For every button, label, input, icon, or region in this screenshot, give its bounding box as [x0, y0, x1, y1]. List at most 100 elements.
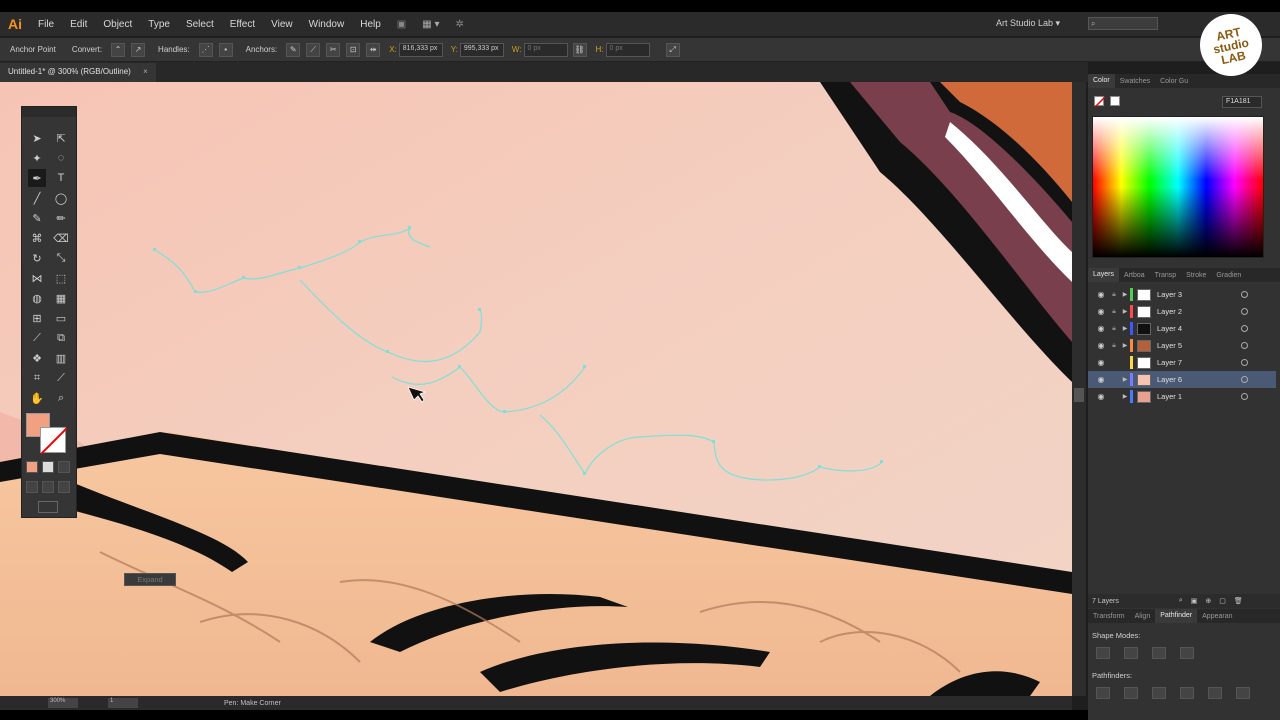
layer-row[interactable]: ◉ 🔒︎ ▶ Layer 3 — [1088, 286, 1276, 303]
gpu-icon[interactable]: ✲ — [448, 19, 472, 30]
visibility-eye-icon[interactable]: ◉ — [1094, 324, 1108, 333]
layer-row[interactable]: ◉ 🔒︎ ▶ Layer 2 — [1088, 303, 1276, 320]
tab-align[interactable]: Align — [1130, 613, 1156, 620]
tab-gradient[interactable]: Gradien — [1211, 272, 1246, 279]
divide-icon[interactable] — [1096, 687, 1110, 699]
minus-front-icon[interactable] — [1124, 647, 1138, 659]
visibility-eye-icon[interactable]: ◉ — [1094, 358, 1108, 367]
artboard-tool-icon[interactable]: ⌗ — [28, 369, 46, 387]
outline-icon[interactable] — [1208, 687, 1222, 699]
isolate-icon[interactable]: ⊡ — [346, 42, 361, 57]
target-icon[interactable] — [1241, 393, 1248, 400]
color-mode-icon[interactable] — [26, 461, 38, 473]
zoom-tool-icon[interactable]: ⌕ — [52, 389, 70, 407]
lasso-tool-icon[interactable]: ◌ — [52, 149, 70, 167]
tab-color-guide[interactable]: Color Gu — [1155, 78, 1193, 85]
tools-panel-header[interactable] — [22, 107, 76, 117]
expand-arrow-icon[interactable]: ▶ — [1120, 308, 1130, 315]
lock-icon[interactable]: 🔒︎ — [1108, 308, 1120, 316]
tab-swatches[interactable]: Swatches — [1115, 78, 1155, 85]
free-transform-tool-icon[interactable]: ⬚ — [52, 269, 70, 287]
hex-color-field[interactable]: F1A181 — [1222, 96, 1262, 108]
artboard-canvas[interactable] — [0, 82, 1072, 696]
rotate-tool-icon[interactable]: ↻ — [28, 249, 46, 267]
trim-icon[interactable] — [1124, 687, 1138, 699]
graph-tool-icon[interactable]: ▥ — [52, 349, 70, 367]
menu-edit[interactable]: Edit — [62, 19, 95, 30]
layer-row[interactable]: ◉ ▶ Layer 1 — [1088, 388, 1276, 405]
tab-layers[interactable]: Layers — [1088, 268, 1120, 282]
draw-normal-icon[interactable] — [26, 481, 38, 493]
eraser-tool-icon[interactable]: ⌫ — [52, 229, 70, 247]
visibility-eye-icon[interactable]: ◉ — [1094, 341, 1108, 350]
target-icon[interactable] — [1241, 359, 1248, 366]
layer-row[interactable]: ◉ 🔒︎ ▶ Layer 5 — [1088, 337, 1276, 354]
mesh-tool-icon[interactable]: ⊞ — [28, 309, 46, 327]
intersect-icon[interactable] — [1152, 647, 1166, 659]
scale-tool-icon[interactable]: ⤡ — [52, 249, 70, 267]
search-input[interactable]: ⌕ — [1088, 17, 1158, 30]
expand-arrow-icon[interactable]: ▶ — [1120, 325, 1130, 332]
menu-object[interactable]: Object — [95, 19, 140, 30]
width-tool-icon[interactable]: ⋈ — [28, 269, 46, 287]
blend-tool-icon[interactable]: ⧉ — [52, 329, 70, 347]
remove-anchor-icon[interactable]: ✎ — [286, 42, 301, 57]
symbol-sprayer-tool-icon[interactable]: ❖ — [28, 349, 46, 367]
tab-artboards[interactable]: Artboa — [1119, 272, 1150, 279]
convert-to-corner-icon[interactable]: ⌃ — [111, 42, 126, 57]
scrollbar-thumb[interactable] — [1074, 388, 1084, 402]
new-sublayer-icon[interactable]: ⊕ — [1205, 597, 1211, 605]
eyedropper-tool-icon[interactable]: ⟋ — [28, 329, 46, 347]
tab-pathfinder[interactable]: Pathfinder — [1155, 609, 1198, 623]
layer-row[interactable]: ◉ Layer 7 — [1088, 354, 1276, 371]
align-icon[interactable]: ⇹ — [366, 42, 381, 57]
pencil-tool-icon[interactable]: ✏ — [52, 209, 70, 227]
zoom-field[interactable]: 300% — [48, 698, 78, 708]
visibility-eye-icon[interactable]: ◉ — [1094, 290, 1108, 299]
arrange-documents-icon[interactable]: ▦ ▾ — [414, 19, 447, 30]
artboard-number-field[interactable]: 1 — [108, 698, 138, 708]
bridge-icon[interactable]: ▣ — [389, 19, 414, 30]
workspace-switcher[interactable]: Art Studio Lab ▾ — [996, 18, 1060, 29]
blob-brush-tool-icon[interactable]: ⌘ — [28, 229, 46, 247]
new-layer-icon[interactable]: ▢ — [1219, 597, 1226, 605]
target-icon[interactable] — [1241, 342, 1248, 349]
lock-icon[interactable]: 🔒︎ — [1108, 342, 1120, 350]
x-field[interactable]: 816,333 px — [398, 42, 443, 57]
visibility-eye-icon[interactable]: ◉ — [1094, 307, 1108, 316]
menu-window[interactable]: Window — [301, 19, 353, 30]
tab-transform[interactable]: Transform — [1088, 613, 1130, 620]
hide-handles-icon[interactable]: ▪ — [218, 42, 233, 57]
menu-select[interactable]: Select — [178, 19, 222, 30]
target-icon[interactable] — [1241, 308, 1248, 315]
line-tool-icon[interactable]: ╱ — [28, 189, 46, 207]
menu-file[interactable]: File — [30, 19, 62, 30]
direct-selection-tool-icon[interactable]: ⇱ — [52, 129, 70, 147]
lock-icon[interactable]: 🔒︎ — [1108, 291, 1120, 299]
lock-icon[interactable]: 🔒︎ — [1108, 325, 1120, 333]
delete-layer-icon[interactable]: 🗑︎ — [1234, 597, 1243, 605]
none-mode-icon[interactable] — [58, 461, 70, 473]
ellipse-tool-icon[interactable]: ◯ — [52, 189, 70, 207]
make-clipping-mask-icon[interactable]: ▣ — [1191, 597, 1198, 605]
none-color-icon[interactable] — [1094, 96, 1106, 108]
w-field[interactable]: 0 px — [523, 42, 568, 57]
draw-inside-icon[interactable] — [58, 481, 70, 493]
magic-wand-tool-icon[interactable]: ✦ — [28, 149, 46, 167]
y-field[interactable]: 995,333 px — [459, 42, 504, 57]
selection-tool-icon[interactable]: ➤ — [28, 129, 46, 147]
convert-to-smooth-icon[interactable]: ↗ — [131, 42, 146, 57]
target-icon[interactable] — [1241, 291, 1248, 298]
unite-icon[interactable] — [1096, 647, 1110, 659]
transform-icon[interactable]: ⤢ — [665, 42, 680, 57]
draw-behind-icon[interactable] — [42, 481, 54, 493]
visibility-eye-icon[interactable]: ◉ — [1094, 375, 1108, 384]
gradient-mode-icon[interactable] — [42, 461, 54, 473]
slice-tool-icon[interactable]: ⟋ — [52, 369, 70, 387]
screen-mode-icon[interactable] — [38, 501, 58, 513]
cut-path-icon[interactable]: ✂ — [326, 42, 341, 57]
menu-effect[interactable]: Effect — [222, 19, 263, 30]
layer-row-selected[interactable]: ◉ ▶ Layer 6 — [1088, 371, 1276, 388]
expand-arrow-icon[interactable]: ▶ — [1120, 291, 1130, 298]
merge-icon[interactable] — [1152, 687, 1166, 699]
